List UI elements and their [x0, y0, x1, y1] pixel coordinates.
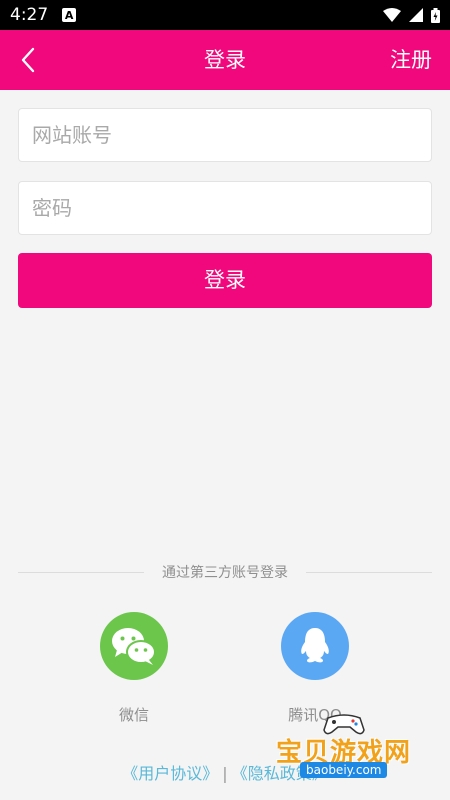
signal-icon	[409, 8, 423, 22]
login-screen: 4:27 A 登录 注册 网站账号 登录 通过第三方账号登录 微信 腾讯QQ 《…	[0, 0, 450, 800]
battery-icon	[431, 7, 440, 23]
wechat-icon	[100, 612, 168, 680]
third-party-divider: 通过第三方账号登录	[18, 562, 432, 582]
chevron-left-icon	[21, 47, 35, 73]
privacy-policy-link[interactable]: 《隐私政策》	[232, 764, 328, 783]
notification-icon: A	[62, 8, 77, 22]
wechat-login-button[interactable]: 微信	[89, 612, 179, 725]
divider-line-left	[18, 571, 144, 573]
app-header: 登录 注册	[0, 30, 450, 90]
status-time: 4:27	[10, 5, 49, 25]
status-left: 4:27 A	[10, 5, 77, 25]
agreement-separator: |	[222, 764, 228, 783]
agreements-row: 《用户协议》 | 《隐私政策》	[0, 760, 450, 784]
page-title: 登录	[204, 48, 246, 72]
back-button[interactable]	[10, 42, 46, 78]
third-party-label: 通过第三方账号登录	[162, 565, 288, 581]
qq-label: 腾讯QQ	[288, 706, 342, 724]
status-right	[383, 7, 440, 23]
status-bar: 4:27 A	[0, 0, 450, 30]
wechat-label: 微信	[118, 706, 149, 724]
wifi-icon	[383, 8, 401, 22]
password-input[interactable]	[19, 182, 431, 234]
qq-penguin-icon	[281, 612, 349, 680]
divider-line-right	[306, 571, 432, 573]
account-field	[18, 108, 432, 162]
password-field	[18, 181, 432, 235]
user-agreement-link[interactable]: 《用户协议》	[122, 764, 218, 783]
register-link[interactable]: 注册	[390, 30, 432, 90]
account-input[interactable]	[19, 109, 431, 161]
login-button[interactable]: 登录	[18, 253, 432, 308]
qq-login-button[interactable]: 腾讯QQ	[270, 612, 360, 725]
